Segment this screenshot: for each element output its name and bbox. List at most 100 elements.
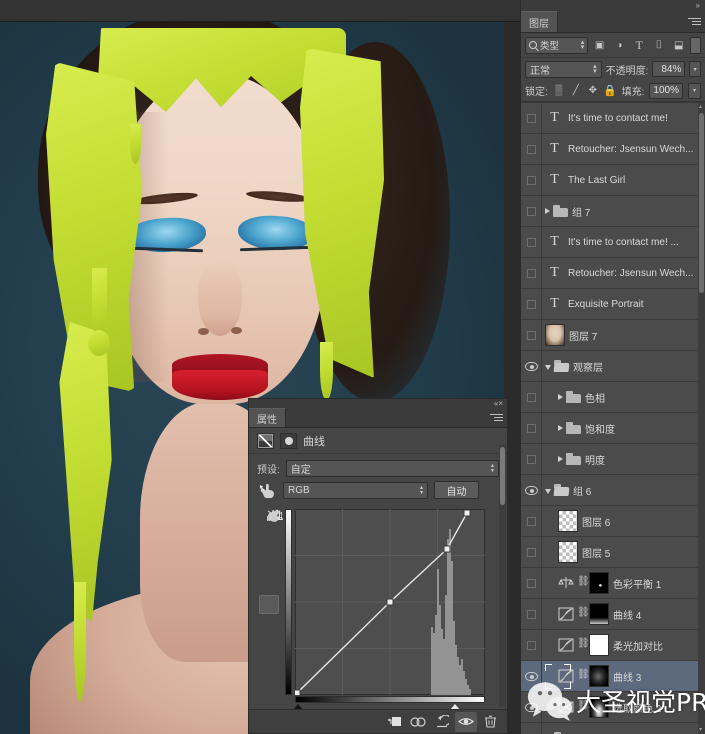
- layer-visibility-eye-icon[interactable]: [521, 723, 542, 734]
- gray-point-eyedropper-icon[interactable]: [259, 509, 279, 572]
- mask-link-icon[interactable]: ⛓: [577, 607, 590, 621]
- curves-adjustment-icon[interactable]: [558, 668, 574, 684]
- layer-row[interactable]: T It's time to contact me!: [521, 103, 705, 134]
- layer-row[interactable]: 图层 6: [521, 506, 705, 537]
- channel-select[interactable]: RGB ▴ ▾: [283, 481, 428, 499]
- black-point-eyedropper-icon[interactable]: [259, 509, 279, 551]
- layer-row[interactable]: 观察层: [521, 351, 705, 382]
- curves-adjustment-icon[interactable]: [558, 637, 574, 653]
- preset-select[interactable]: 自定 ▴ ▾: [285, 459, 499, 477]
- curve-graph[interactable]: [285, 509, 493, 710]
- layer-visibility-empty-icon[interactable]: [521, 289, 542, 319]
- tab-layers[interactable]: 图层: [521, 11, 558, 32]
- layer-list-scrollbar[interactable]: ▴ ▾: [698, 103, 705, 734]
- layer-visibility-empty-icon[interactable]: [521, 568, 542, 598]
- layer-thumbnail[interactable]: [545, 324, 565, 346]
- layer-visibility-empty-icon[interactable]: [521, 444, 542, 474]
- filter-kind-select[interactable]: 类型 ▴ ▾: [525, 36, 589, 54]
- layer-row[interactable]: 图层 7: [521, 320, 705, 351]
- layer-row[interactable]: T The Last Girl: [521, 165, 705, 196]
- layer-thumbnail[interactable]: [558, 510, 578, 532]
- fill-value[interactable]: 100%: [649, 82, 683, 99]
- properties-scrollbar[interactable]: [499, 445, 506, 707]
- group-expand-triangle-icon[interactable]: [545, 208, 550, 214]
- mask-link-icon[interactable]: ⛓: [577, 638, 590, 652]
- lock-all-icon[interactable]: 🔒: [603, 85, 617, 97]
- layer-visibility-eye-icon[interactable]: [521, 661, 542, 691]
- layer-thumbnail[interactable]: [558, 541, 578, 563]
- collapse-arrows-icon[interactable]: »: [696, 1, 701, 10]
- layer-visibility-eye-icon[interactable]: [521, 692, 542, 722]
- layer-visibility-eye-icon[interactable]: [521, 475, 542, 505]
- lock-transparent-pixels-icon[interactable]: ▒: [553, 85, 565, 97]
- layer-row[interactable]: 组 6: [521, 475, 705, 506]
- layer-mask-thumbnail[interactable]: [589, 696, 609, 718]
- curve-editor[interactable]: [257, 509, 501, 715]
- lock-position-icon[interactable]: ✥: [587, 85, 599, 97]
- layer-visibility-empty-icon[interactable]: [521, 630, 542, 660]
- tab-properties[interactable]: 属性: [249, 408, 286, 427]
- layer-visibility-empty-icon[interactable]: [521, 165, 542, 195]
- on-image-adjust-icon[interactable]: [257, 481, 277, 499]
- properties-scroll-thumb[interactable]: [500, 447, 505, 505]
- layer-row[interactable]: 饱和度: [521, 413, 705, 444]
- group-collapse-triangle-icon[interactable]: [545, 488, 551, 494]
- toggle-layer-visibility-button[interactable]: [455, 711, 477, 732]
- delete-adjustment-layer-button[interactable]: [479, 712, 501, 732]
- layer-mask-thumbnail[interactable]: [589, 572, 609, 594]
- layer-mask-thumbnail[interactable]: [589, 634, 609, 656]
- filter-shape-icon[interactable]: ⌷: [651, 37, 668, 54]
- layer-visibility-empty-icon[interactable]: [521, 227, 542, 257]
- group-expand-triangle-icon[interactable]: [558, 456, 563, 462]
- layer-visibility-empty-icon[interactable]: [521, 103, 542, 133]
- layer-visibility-eye-icon[interactable]: [521, 351, 542, 381]
- layer-row[interactable]: ⛓ 曲线 4: [521, 599, 705, 630]
- clip-to-layer-button[interactable]: [383, 712, 405, 732]
- scroll-up-arrow-icon[interactable]: ▴: [699, 104, 702, 110]
- layer-mask-thumbnail[interactable]: [589, 603, 609, 625]
- curve-plot[interactable]: [295, 509, 485, 695]
- group-expand-triangle-icon[interactable]: [558, 425, 563, 431]
- layer-list-scroll-thumb[interactable]: [699, 113, 704, 293]
- filter-adjustment-icon[interactable]: ◑: [611, 37, 628, 54]
- reset-adjustment-button[interactable]: [431, 712, 453, 732]
- scroll-down-arrow-icon[interactable]: ▾: [699, 727, 702, 733]
- layer-visibility-empty-icon[interactable]: [521, 599, 542, 629]
- layer-row[interactable]: 明度: [521, 444, 705, 475]
- properties-collapse-bar[interactable]: «×: [249, 399, 507, 410]
- layer-list[interactable]: T It's time to contact me! T Retoucher: Jse…: [521, 102, 705, 734]
- mask-link-icon[interactable]: ⛓: [577, 576, 590, 590]
- filter-enable-toggle[interactable]: [690, 36, 701, 54]
- layer-visibility-empty-icon[interactable]: [521, 506, 542, 536]
- view-previous-state-button[interactable]: [407, 712, 429, 732]
- opacity-value[interactable]: 84%: [652, 61, 686, 77]
- layer-visibility-empty-icon[interactable]: [521, 413, 542, 443]
- curves-adjustment-icon[interactable]: [558, 606, 574, 622]
- layer-row[interactable]: 图层 5: [521, 537, 705, 568]
- layer-row[interactable]: T Retoucher: Jsensun Wech...: [521, 134, 705, 165]
- layer-row[interactable]: 色相: [521, 382, 705, 413]
- layer-visibility-empty-icon[interactable]: [521, 320, 542, 350]
- layer-mask-icon[interactable]: [280, 432, 297, 449]
- layers-panel-menu-icon[interactable]: [688, 18, 701, 27]
- layer-visibility-empty-icon[interactable]: [521, 258, 542, 288]
- color-balance-adjustment-icon[interactable]: [558, 575, 574, 591]
- histogram-options-icon[interactable]: [259, 510, 283, 677]
- white-point-eyedropper-icon[interactable]: [259, 509, 279, 593]
- auto-button[interactable]: 自动: [434, 481, 479, 499]
- smooth-curve-icon[interactable]: [259, 510, 281, 656]
- layer-visibility-empty-icon[interactable]: [521, 537, 542, 567]
- layer-row[interactable]: 组 7: [521, 196, 705, 227]
- layer-visibility-empty-icon[interactable]: [521, 382, 542, 412]
- curve-point-tool-icon[interactable]: [259, 511, 283, 614]
- layer-row[interactable]: ⛓ 柔光加对比: [521, 630, 705, 661]
- properties-collapse-arrows-icon[interactable]: «×: [494, 399, 503, 408]
- layer-visibility-empty-icon[interactable]: [521, 134, 542, 164]
- layer-row[interactable]: ⛓ 曲线 3: [521, 661, 705, 692]
- properties-panel-menu-icon[interactable]: [490, 414, 503, 423]
- layer-visibility-empty-icon[interactable]: [521, 196, 542, 226]
- layer-row[interactable]: ⛓ 选取颜色 2: [521, 692, 705, 723]
- layer-row[interactable]: T Retoucher: Jsensun Wech...: [521, 258, 705, 289]
- pencil-draw-curve-icon[interactable]: [259, 510, 280, 635]
- blend-mode-select[interactable]: 正常 ▴ ▾: [525, 60, 602, 78]
